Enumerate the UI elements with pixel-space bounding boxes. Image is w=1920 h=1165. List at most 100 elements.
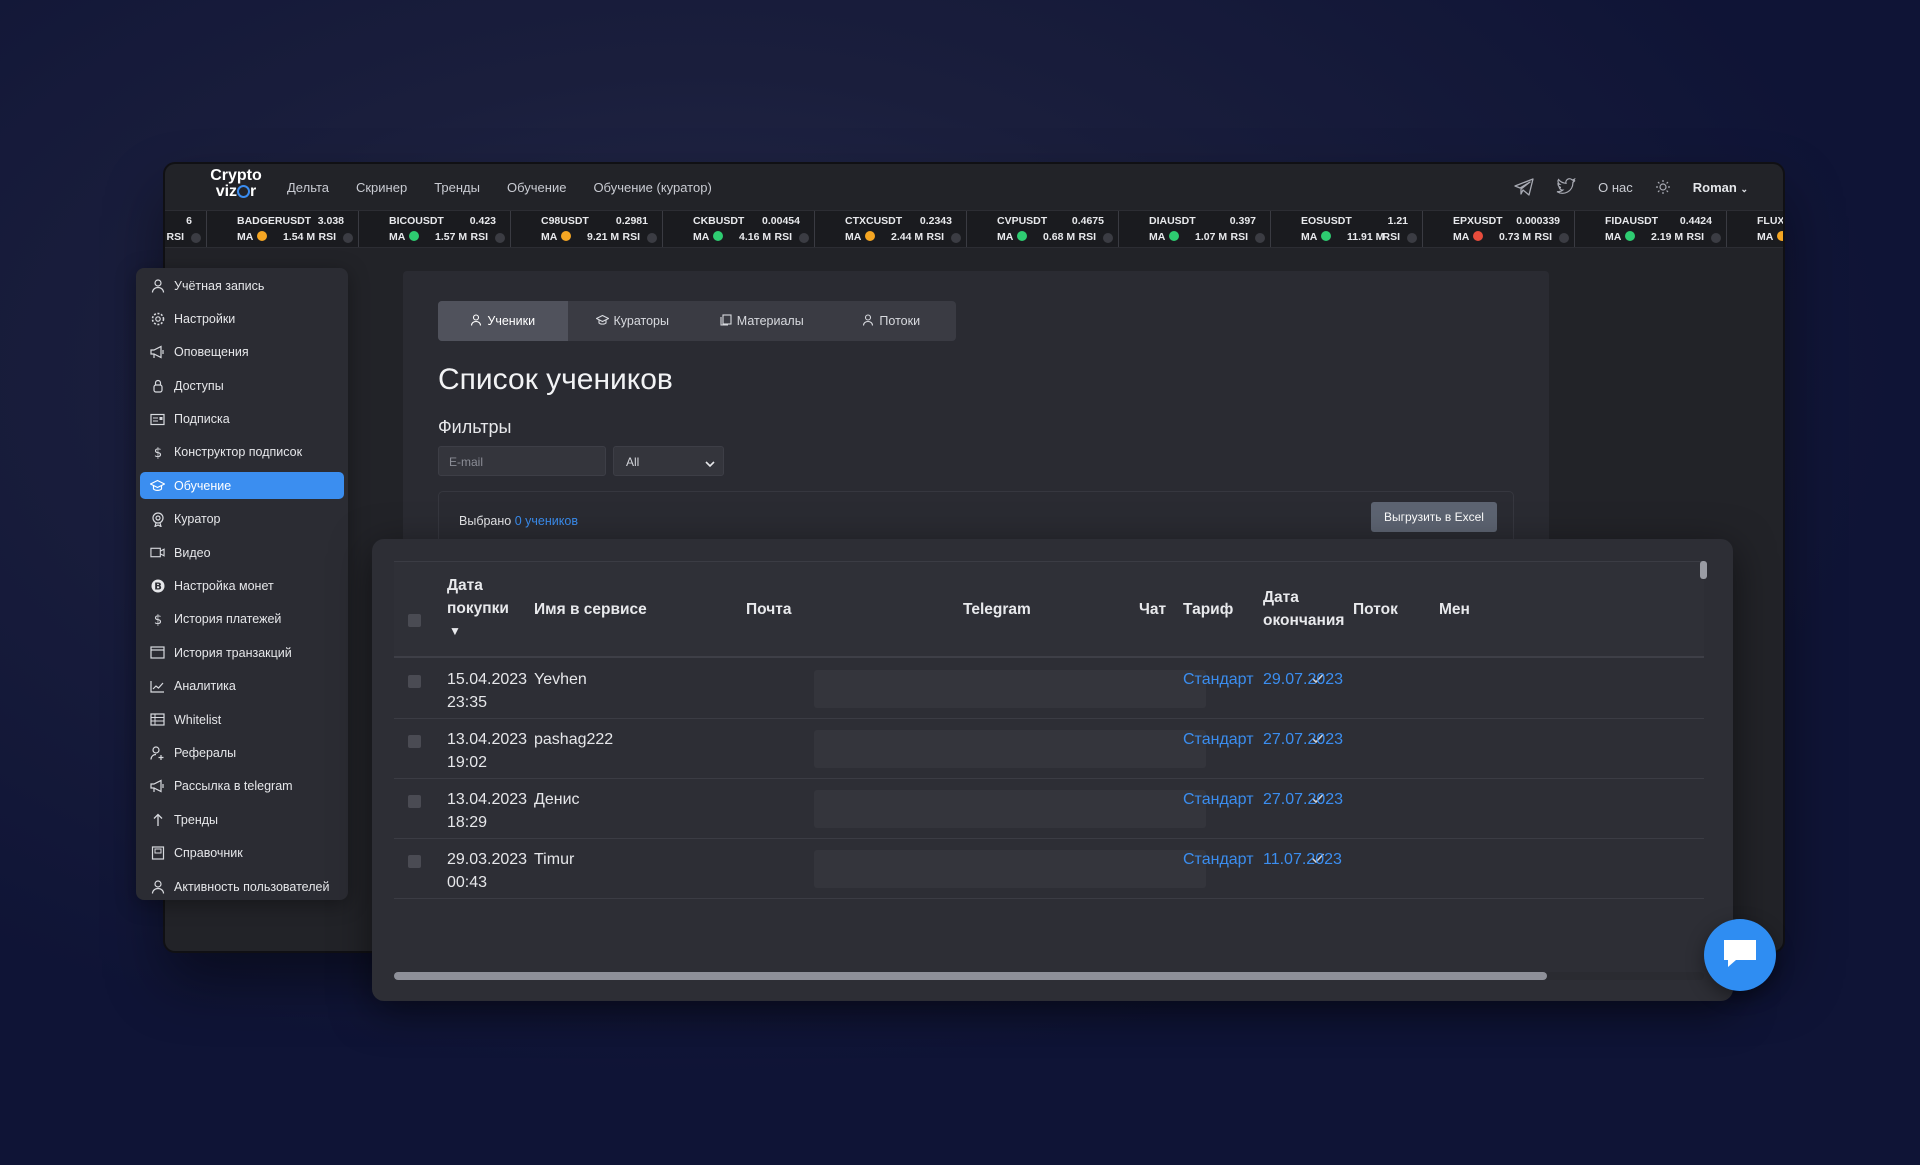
theme-toggle-sun-icon[interactable] [1655,179,1671,195]
ticker-item[interactable]: CTXCUSDT 0.2343 MA 2.44 M RSI [815,211,967,247]
sidebar-item-6[interactable]: Обучение [140,472,344,500]
nav-trends[interactable]: Тренды [434,180,480,195]
sidebar-item-4[interactable]: Подписка [140,406,344,433]
col-telegram[interactable]: Telegram [963,598,1031,621]
col-purchase-date[interactable]: Дата покупки ▼ [447,574,509,643]
sidebar-item-1[interactable]: Настройки [140,305,344,332]
col-service-name[interactable]: Имя в сервисе [534,598,647,621]
ticker-item[interactable]: 6MARSI [165,211,207,247]
tariff-link[interactable]: Стандарт [1183,668,1254,691]
about-link[interactable]: О нас [1598,180,1633,195]
sidebar-item-5[interactable]: $ Конструктор подписок [140,439,344,466]
ticker-item[interactable]: BICOUSDT 0.423 MA 1.57 M RSI [359,211,511,247]
sidebar-item-label: Учётная запись [174,278,265,293]
sidebar-item-2[interactable]: Оповещения [140,339,344,366]
ticker-item[interactable]: FIDAUSDT 0.4424 MA 2.19 M RSI [1575,211,1727,247]
ticker-rsi-label: RSI [622,231,640,243]
col-chat[interactable]: Чат [1139,598,1166,621]
col-email[interactable]: Почта [746,598,791,621]
col-more[interactable]: Мен [1439,598,1470,621]
ticker-item[interactable]: FLUXUSDT3.2MARSI [1727,211,1783,247]
sidebar-item-15[interactable]: Рассылка в telegram [140,773,344,800]
ticker-rsi-label: RSI [1230,231,1248,243]
row-checkbox[interactable] [408,735,421,748]
sidebar-item-14[interactable]: Рефералы [140,739,344,766]
gear-icon [150,311,165,326]
ticker-item[interactable]: C98USDT 0.2981 MA 9.21 M RSI [511,211,663,247]
ticker-item[interactable]: CKBUSDT 0.00454 MA 4.16 M RSI [663,211,815,247]
table-row[interactable]: 13.04.2023 19:02 pashag222 Стандарт 27.07.20… [394,719,1704,779]
ticker-symbol: EPXUSDT [1453,215,1503,227]
sidebar-item-7[interactable]: Куратор [140,506,344,533]
sidebar-item-label: Куратор [174,512,221,527]
tab-curators[interactable]: Кураторы [568,301,698,341]
rsi-status-dot [1255,233,1265,243]
megaphone-icon [150,779,165,794]
telegram-icon[interactable] [1514,178,1534,196]
selected-count-link[interactable]: 0 учеников [515,514,578,528]
main-content: Ученики Кураторы Материалы Потоки Список… [403,271,1549,551]
purchase-date: 15.04.2023 23:35 [447,671,528,711]
tariff-link[interactable]: Стандарт [1183,788,1254,811]
ticker-price: 0.00454 [762,215,800,227]
graduation-cap-icon [150,478,165,493]
sidebar-item-16[interactable]: Тренды [140,806,344,833]
table-row[interactable]: 13.04.2023 18:29 Денис Стандарт 27.07.2023 [394,779,1704,839]
ticker-price: 1.21 [1387,215,1408,227]
end-date-link[interactable]: 27.07.2023 [1263,728,1343,751]
ticker-item[interactable]: EOSUSDT 1.21 MA 11.91 M RSI [1271,211,1423,247]
sidebar-item-8[interactable]: Видео [140,539,344,566]
tab-materials[interactable]: Материалы [697,301,827,341]
sidebar-item-10[interactable]: $ История платежей [140,606,344,633]
table-row[interactable]: 29.03.2023 00:43 Timur Стандарт 11.07.2023 [394,839,1704,899]
sidebar-item-3[interactable]: Доступы [140,372,344,399]
col-end-date[interactable]: Дата окончания [1263,586,1344,632]
row-checkbox[interactable] [408,795,421,808]
sort-desc-icon[interactable]: ▼ [447,620,509,643]
user-menu[interactable]: Roman ⌄ [1693,180,1748,195]
end-date-link[interactable]: 29.07.2023 [1263,668,1343,691]
tariff-link[interactable]: Стандарт [1183,728,1254,751]
nav-learning-curator[interactable]: Обучение (куратор) [593,180,711,195]
export-excel-button[interactable]: Выгрузить в Excel [1371,502,1497,532]
twitter-icon[interactable] [1556,178,1576,196]
tab-streams[interactable]: Потоки [827,301,957,341]
vertical-scrollbar[interactable] [1700,561,1707,579]
sidebar-item-11[interactable]: История транзакций [140,639,344,666]
ticker-item[interactable]: EPXUSDT 0.000339 MA 0.73 M RSI [1423,211,1575,247]
sidebar-item-label: История платежей [174,612,282,627]
row-checkbox[interactable] [408,855,421,868]
select-all-checkbox[interactable] [408,614,421,627]
page-title: Список учеников [438,363,673,396]
sidebar-item-17[interactable]: Справочник [140,840,344,867]
email-filter-input[interactable]: E-mail [438,446,606,476]
status-select[interactable]: All [613,446,724,476]
col-tariff[interactable]: Тариф [1183,598,1233,621]
ticker-item[interactable]: DIAUSDT 0.397 MA 1.07 M RSI [1119,211,1271,247]
sidebar-item-18[interactable]: Активность пользователей [140,873,344,900]
support-chat-button[interactable] [1704,919,1776,991]
logo[interactable]: Crypto viz r [205,168,267,200]
tab-students[interactable]: Ученики [438,301,568,341]
ticker-volume: 2.44 M [891,231,924,243]
service-name: pashag222 [534,731,614,748]
svg-text:$: $ [153,446,161,459]
ticker-item[interactable]: CVPUSDT 0.4675 MA 0.68 M RSI [967,211,1119,247]
sidebar-item-12[interactable]: Аналитика [140,673,344,700]
sidebar-item-0[interactable]: Учётная запись [140,272,344,299]
sidebar-item-13[interactable]: Whitelist [140,706,344,733]
end-date-link[interactable]: 27.07.2023 [1263,788,1343,811]
ma-status-dot [409,231,420,241]
row-checkbox[interactable] [408,675,421,688]
horizontal-scrollbar[interactable] [394,972,1547,980]
sidebar-item-label: Подписка [174,412,230,427]
col-stream[interactable]: Поток [1353,598,1398,621]
end-date-link[interactable]: 11.07.2023 [1263,848,1342,871]
nav-learning[interactable]: Обучение [507,180,566,195]
sidebar-item-9[interactable]: B Настройка монет [140,573,344,600]
nav-screener[interactable]: Скринер [356,180,407,195]
nav-delta[interactable]: Дельта [287,180,329,195]
tariff-link[interactable]: Стандарт [1183,848,1254,871]
table-row[interactable]: 15.04.2023 23:35 Yevhen Стандарт 29.07.2023 [394,659,1704,719]
ticker-item[interactable]: BADGERUSDT 3.038 MA 1.54 M RSI [207,211,359,247]
